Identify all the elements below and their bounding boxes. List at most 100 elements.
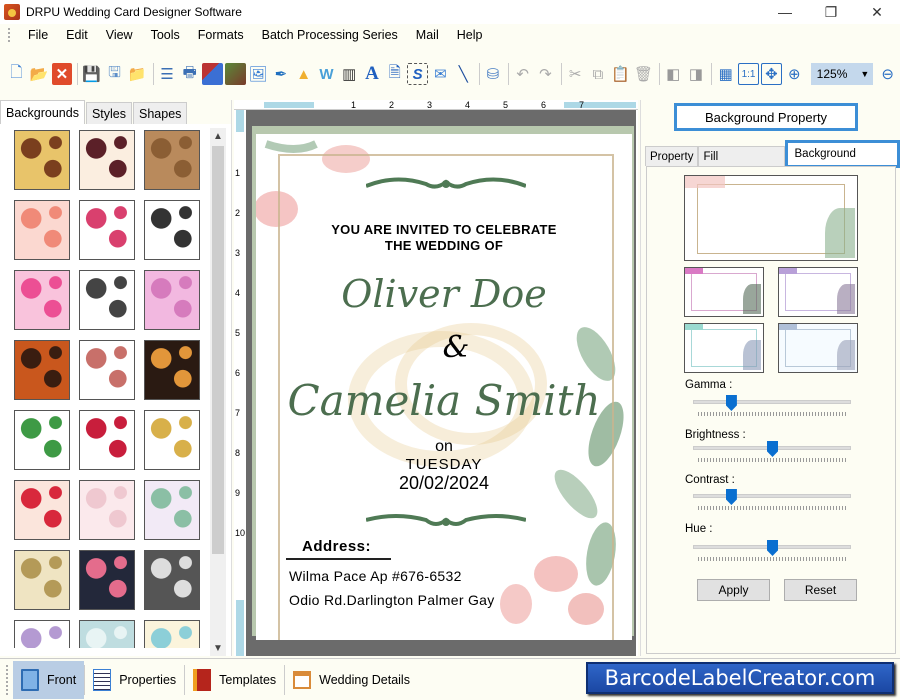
background-thumbnail-hearts-outline-pattern[interactable]	[79, 200, 135, 260]
background-thumbnail-wedding-mandap[interactable]	[144, 200, 200, 260]
hue-slider[interactable]	[693, 540, 851, 564]
menu-batch-processing[interactable]: Batch Processing Series	[253, 24, 407, 46]
menu-mail[interactable]: Mail	[407, 24, 448, 46]
paste-icon[interactable]: 📋	[610, 63, 631, 85]
pencil-icon[interactable]: ✒	[270, 63, 291, 85]
wordart-icon[interactable]: W	[316, 63, 337, 85]
background-thumbnail-pale-pink-lace[interactable]	[79, 480, 135, 540]
background-thumbnail-dancing-couples[interactable]	[79, 270, 135, 330]
menu-edit[interactable]: Edit	[57, 24, 97, 46]
background-thumbnail-red-hearts-collage[interactable]	[14, 480, 70, 540]
background-thumbnail-pink-floral-pattern[interactable]	[14, 200, 70, 260]
tab-backgrounds[interactable]: Backgrounds	[0, 100, 85, 124]
image-insert-icon[interactable]: 🖼	[248, 63, 269, 85]
signature-icon[interactable]: S	[407, 63, 429, 85]
menu-formats[interactable]: Formats	[189, 24, 253, 46]
background-thumbnail-pastel-border-hearts[interactable]	[144, 620, 200, 648]
background-thumbnail-golden-butterfly-pattern[interactable]	[14, 130, 70, 190]
zoom-out-icon[interactable]: ⊖	[877, 63, 898, 85]
original-preview[interactable]	[684, 175, 858, 261]
apply-button[interactable]: Apply	[697, 579, 770, 601]
text-box-icon[interactable]: 🗎	[384, 63, 405, 85]
brightness-slider-thumb[interactable]	[767, 441, 778, 457]
tab-properties[interactable]: Properties	[85, 661, 184, 699]
brightness-slider[interactable]	[693, 441, 851, 465]
tab-templates[interactable]: Templates	[185, 661, 284, 699]
print-icon[interactable]: 🖶	[179, 63, 200, 85]
text-icon[interactable]: A	[362, 63, 383, 85]
page-setup-icon[interactable]: ☰	[157, 63, 178, 85]
background-thumbnail-pink-swirls[interactable]	[144, 270, 200, 330]
gamma-slider[interactable]	[693, 395, 851, 419]
save-as-icon[interactable]: 🖫	[104, 63, 125, 85]
zoom-in-icon[interactable]: ⊕	[784, 63, 805, 85]
email-icon[interactable]: ✉	[430, 63, 451, 85]
chevron-down-icon[interactable]: ▼	[860, 69, 869, 79]
chevron-up-icon[interactable]: ▲	[210, 128, 226, 144]
tab-styles[interactable]: Styles	[85, 102, 133, 124]
background-thumbnail-black-floral[interactable]	[144, 340, 200, 400]
background-thumbnail-dark-floral-strip[interactable]	[79, 550, 135, 610]
new-icon[interactable]: 🗋	[6, 63, 27, 85]
tab-background-effects[interactable]: Background Effects	[784, 140, 900, 182]
database-icon[interactable]: ⛁	[483, 63, 504, 85]
lilac-tint-preview[interactable]	[778, 267, 858, 317]
grid-icon[interactable]: ▦	[715, 63, 736, 85]
zoom-level-select[interactable]: 125% ▼	[810, 63, 874, 85]
maximize-button[interactable]: ❐	[808, 0, 854, 24]
contrast-slider[interactable]	[693, 489, 851, 513]
contrast-slider-thumb[interactable]	[725, 489, 737, 505]
menu-help[interactable]: Help	[448, 24, 492, 46]
background-thumbnail-cream-rose-rings[interactable]	[14, 550, 70, 610]
reset-button[interactable]: Reset	[784, 579, 857, 601]
background-thumbnail-paisley-pattern[interactable]	[79, 130, 135, 190]
menu-file[interactable]: File	[19, 24, 57, 46]
gamma-slider-thumb[interactable]	[725, 395, 737, 411]
menu-view[interactable]: View	[97, 24, 142, 46]
actual-size-icon[interactable]: 1:1	[738, 63, 759, 85]
minimize-button[interactable]: —	[762, 0, 808, 24]
undo-icon[interactable]: ↶	[512, 63, 533, 85]
scroll-thumb[interactable]	[212, 146, 224, 554]
line-icon[interactable]: ╲	[453, 63, 474, 85]
save-icon[interactable]: 💾	[81, 63, 102, 85]
tab-wedding-details[interactable]: Wedding Details	[285, 661, 418, 699]
background-thumbnail-green-leaf-ganesha[interactable]	[14, 410, 70, 470]
aqua-tint-preview[interactable]	[684, 323, 764, 373]
background-thumbnail-rose-petals[interactable]	[79, 410, 135, 470]
cut-icon[interactable]: ✂	[565, 63, 586, 85]
tab-fill-background[interactable]: Fill Background	[698, 146, 785, 183]
background-thumbnail-lilac-flowers[interactable]	[14, 620, 70, 648]
light-blue-tint-preview[interactable]	[778, 323, 858, 373]
import-icon[interactable]: 📁	[127, 63, 148, 85]
tab-property[interactable]: Property	[645, 146, 699, 166]
gallery-scrollbar[interactable]: ▲ ▼	[210, 128, 226, 656]
redo-icon[interactable]: ↷	[535, 63, 556, 85]
close-icon[interactable]: ✕	[51, 63, 73, 85]
open-icon[interactable]: 📂	[29, 63, 50, 85]
background-thumbnail-mandala-green[interactable]	[144, 480, 200, 540]
chevron-down-icon[interactable]: ▼	[210, 640, 226, 656]
pink-tint-preview[interactable]	[684, 267, 764, 317]
shapes-icon[interactable]: ▲	[293, 63, 314, 85]
background-thumbnail-grey-lace[interactable]	[144, 550, 200, 610]
background-thumbnail-elephant-head[interactable]	[79, 340, 135, 400]
send-back-icon[interactable]: ◨	[686, 63, 707, 85]
bring-front-icon[interactable]: ◧	[663, 63, 684, 85]
background-thumbnail-moon-star[interactable]	[144, 410, 200, 470]
background-thumbnail-brown-tile-pattern[interactable]	[144, 130, 200, 190]
background-thumbnail-ganesha-orange[interactable]	[14, 340, 70, 400]
delete-icon[interactable]: 🗑	[633, 63, 654, 85]
close-window-button[interactable]: ✕	[854, 0, 900, 24]
background-thumbnail-pink-hearts[interactable]	[14, 270, 70, 330]
background-thumbnail-aqua-hearts[interactable]	[79, 620, 135, 648]
tab-shapes[interactable]: Shapes	[133, 102, 188, 124]
print-multiple-icon[interactable]	[202, 63, 223, 85]
hue-slider-thumb[interactable]	[767, 540, 778, 556]
barcode-icon[interactable]: ▥	[339, 63, 360, 85]
wedding-card[interactable]: YOU ARE INVITED TO CELEBRATE THE WEDDING…	[256, 134, 632, 640]
background-icon[interactable]	[224, 63, 246, 85]
fit-window-icon[interactable]: ✥	[761, 63, 782, 85]
menu-tools[interactable]: Tools	[142, 24, 189, 46]
tab-front[interactable]: Front	[13, 660, 85, 699]
